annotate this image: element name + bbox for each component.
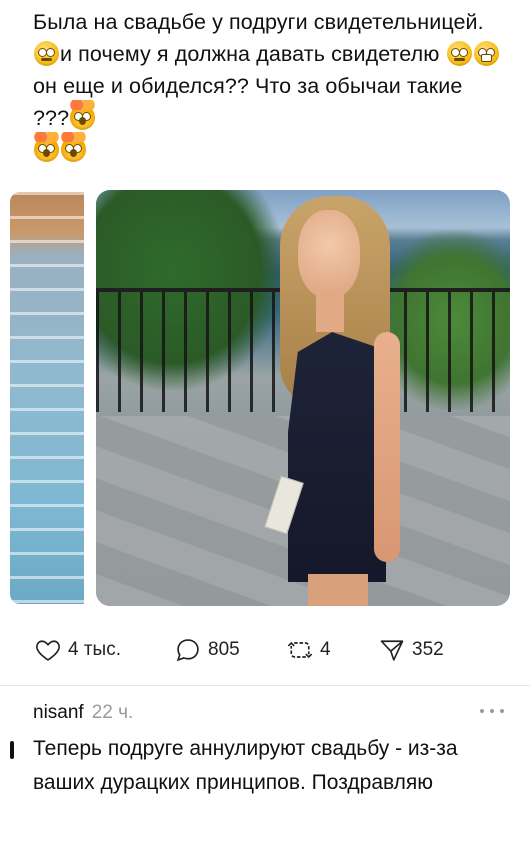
comment-header: nisanf 22 ч. (33, 702, 133, 724)
post-photo-main[interactable] (96, 190, 510, 606)
likes-count: 4 тыс. (68, 639, 121, 660)
arm-shape (374, 332, 400, 562)
shares-count: 352 (412, 639, 444, 660)
like-button[interactable]: 4 тыс. (34, 632, 121, 668)
stairs-image-detail (10, 192, 84, 604)
rolling-eyes-emoji-icon (446, 41, 472, 66)
repost-icon (287, 641, 313, 659)
legs-shape (308, 574, 368, 606)
grimacing-face-emoji-icon (473, 41, 499, 66)
reposts-count: 4 (320, 639, 331, 660)
heart-icon (36, 640, 60, 661)
post-photo-previous[interactable] (10, 192, 84, 604)
repost-button[interactable]: 4 (286, 632, 331, 668)
post-text: Была на свадьбе у подруги свидетельницей… (32, 6, 503, 166)
rolling-eyes-emoji-icon (34, 41, 59, 66)
exploding-head-emoji-icon (68, 100, 98, 130)
send-arrow-icon (380, 640, 404, 661)
comments-button[interactable]: 805 (174, 632, 240, 668)
more-options-icon[interactable] (478, 706, 506, 716)
comment-text: Теперь подруге аннулируют свадьбу - из-з… (33, 737, 458, 794)
post-text-part3: он еще и обиделся?? Что за обычаи такие … (33, 74, 463, 130)
exploding-head-emoji-icon (32, 132, 61, 162)
comment-author[interactable]: nisanf (33, 702, 84, 724)
comment-bubble-icon (176, 639, 199, 662)
share-button[interactable]: 352 (378, 632, 444, 668)
face-shape (298, 210, 360, 298)
comment-time: 22 ч. (91, 702, 134, 723)
post-text-part1: Была на свадьбе у подруги свидетельницей… (33, 10, 484, 34)
neck-shape (316, 292, 344, 332)
reply-marker (10, 741, 14, 759)
dress-shape (288, 332, 386, 582)
woman-figure-image-detail (264, 196, 416, 606)
exploding-head-emoji-icon (59, 132, 88, 162)
post-text-part2: и почему я должна давать свидетелю (60, 42, 446, 66)
comments-count: 805 (208, 639, 240, 660)
divider (0, 685, 530, 686)
post-actions-bar: 4 тыс. 805 4 352 (34, 632, 494, 668)
